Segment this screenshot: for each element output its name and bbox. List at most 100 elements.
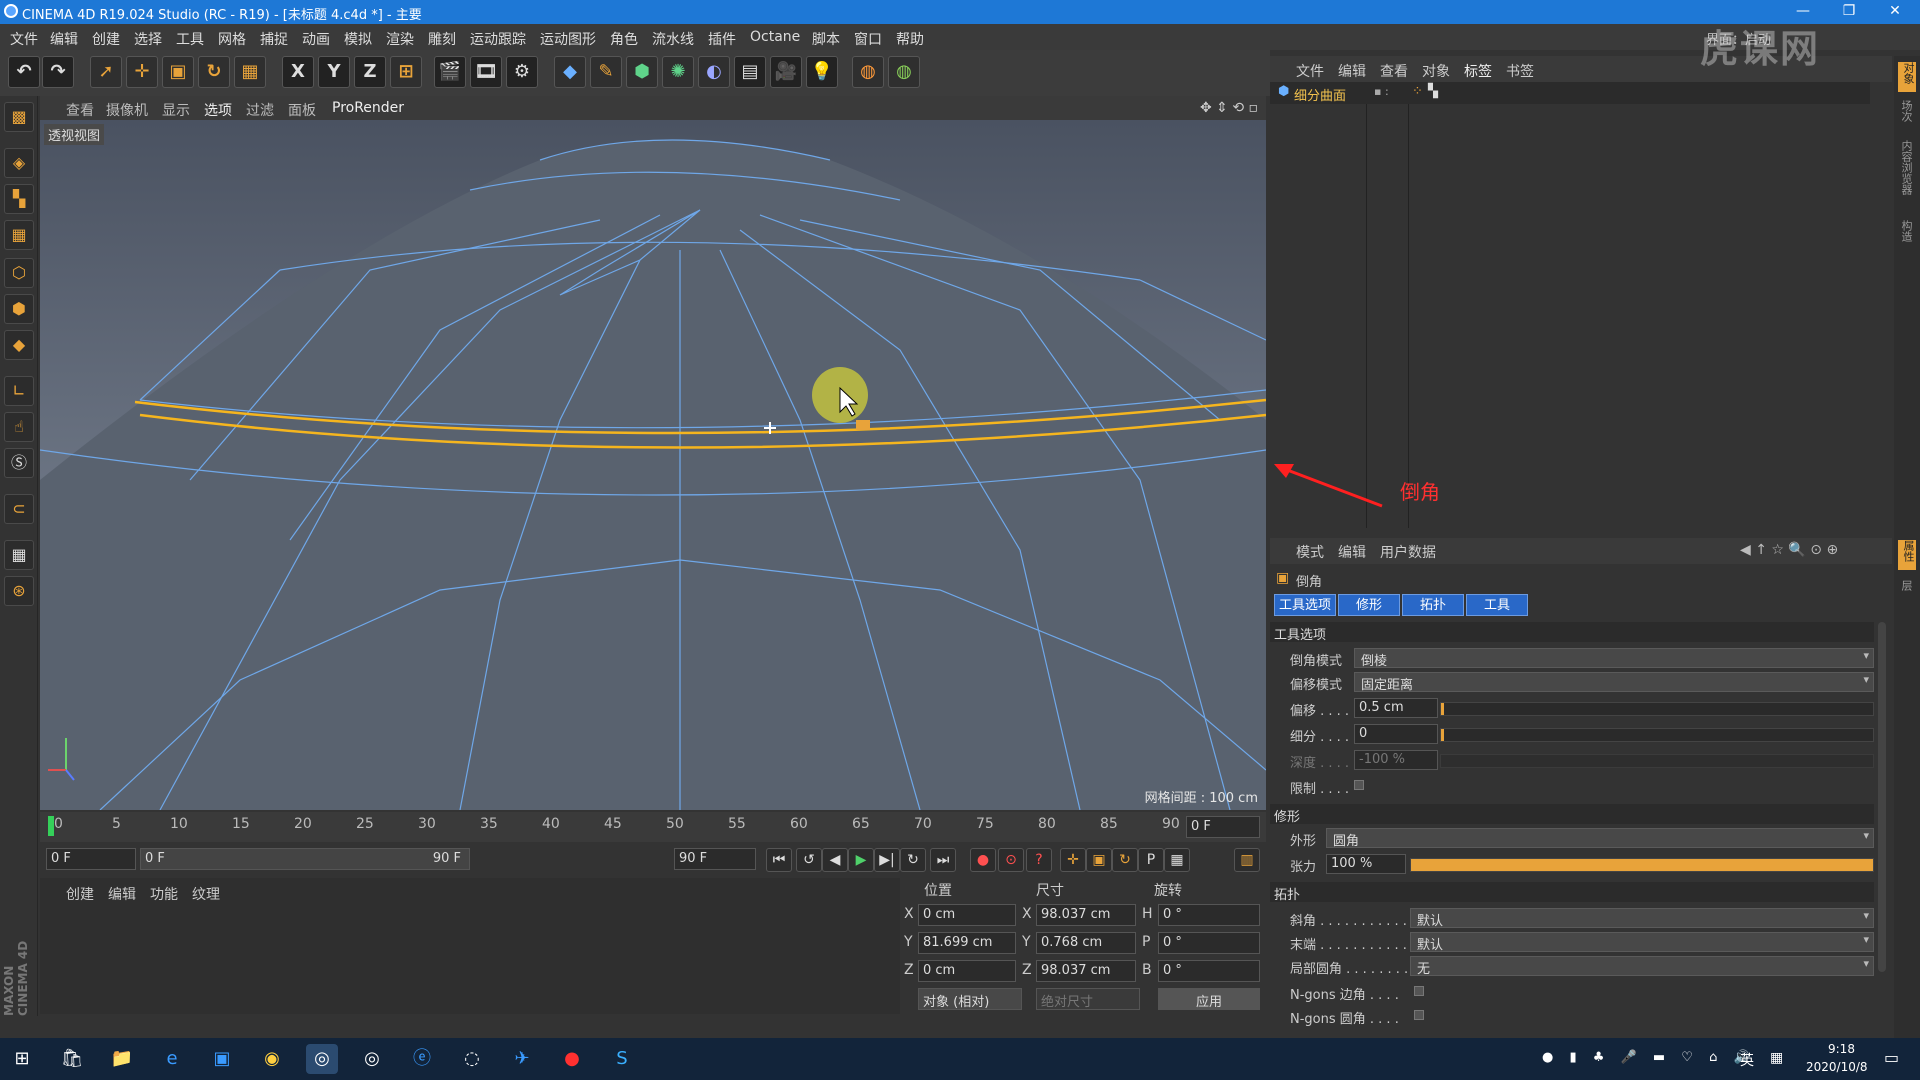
obj-menu-file[interactable]: 文件	[1296, 61, 1324, 81]
side-tab-objects[interactable]: 对象	[1898, 62, 1916, 92]
x-axis-lock-button[interactable]: X	[282, 56, 314, 88]
menu-tools[interactable]: 工具	[176, 29, 204, 49]
menu-plugins[interactable]: 插件	[708, 29, 736, 49]
array-icon[interactable]: ✺	[662, 56, 694, 88]
planar-workplane-icon[interactable]: ⊛	[4, 576, 34, 606]
octane-material-icon[interactable]: ◍	[852, 56, 884, 88]
attr-scrollbar[interactable]	[1878, 622, 1886, 972]
perspective-viewport[interactable]: 透视视图 网格间距 : 100 cm	[40, 120, 1266, 810]
play-icon[interactable]: ▶	[848, 848, 874, 872]
pos-y-field[interactable]: 81.699 cm	[918, 932, 1016, 954]
viewport-menu-cameras[interactable]: 摄像机	[106, 100, 148, 120]
recorder-icon[interactable]: ●	[556, 1044, 588, 1074]
tweak-mode-icon[interactable]: ☝	[4, 412, 34, 442]
material-menu-edit[interactable]: 编辑	[108, 884, 136, 904]
workplane-lock-icon[interactable]: ▦	[4, 540, 34, 570]
snap-icon[interactable]: Ⓢ	[4, 448, 34, 478]
axis-mode-icon[interactable]: ∟	[4, 376, 34, 406]
pos-z-field[interactable]: 0 cm	[918, 960, 1016, 982]
coord-mode-dropdown[interactable]: 对象 (相对)	[918, 988, 1022, 1010]
tab-tool-options[interactable]: 工具选项	[1274, 594, 1336, 616]
pos-x-field[interactable]: 0 cm	[918, 904, 1016, 926]
obj-menu-edit[interactable]: 编辑	[1338, 61, 1366, 81]
key-parameter-icon[interactable]: P	[1138, 848, 1164, 872]
viewport-menu-filter[interactable]: 过滤	[246, 100, 274, 120]
tension-slider[interactable]	[1410, 858, 1874, 872]
start-frame-field[interactable]: 0 F	[46, 848, 136, 870]
object-row-subdivision[interactable]: ⬢ 细分曲面 ▪ : ⁘ ▚	[1270, 82, 1870, 104]
viewport-menu-view[interactable]: 查看	[66, 100, 94, 120]
menu-motion-tracking[interactable]: 运动跟踪	[470, 29, 526, 49]
cube-icon[interactable]: ◆	[554, 56, 586, 88]
next-key-icon[interactable]: ↻	[900, 848, 926, 872]
key-position-icon[interactable]: ✛	[1060, 848, 1086, 872]
subdiv-field[interactable]: 0	[1354, 724, 1438, 744]
app-icon[interactable]: S	[606, 1044, 638, 1074]
menu-help[interactable]: 帮助	[896, 29, 924, 49]
feishu-icon[interactable]: ✈	[506, 1044, 538, 1074]
subdiv-slider[interactable]	[1440, 728, 1874, 742]
tension-field[interactable]: 100 %	[1326, 854, 1406, 874]
clock-time[interactable]: 9:18	[1828, 1042, 1855, 1056]
material-menu-function[interactable]: 功能	[150, 884, 178, 904]
menu-select[interactable]: 选择	[134, 29, 162, 49]
key-point-level-icon[interactable]: ▦	[1164, 848, 1190, 872]
menu-animate[interactable]: 动画	[302, 29, 330, 49]
material-tag-icon[interactable]: ▚	[1428, 84, 1438, 99]
ime-indicator[interactable]: 英	[1740, 1050, 1754, 1070]
attr-menu-edit[interactable]: 编辑	[1338, 542, 1366, 562]
menu-sculpt[interactable]: 雕刻	[428, 29, 456, 49]
clock-date[interactable]: 2020/10/8	[1806, 1060, 1868, 1074]
store-icon[interactable]: 🛍	[56, 1044, 88, 1074]
file-explorer-icon[interactable]: 📁	[106, 1044, 138, 1074]
menu-render[interactable]: 渲染	[386, 29, 414, 49]
viewport-menu-options[interactable]: 选项	[204, 100, 232, 120]
rot-b-field[interactable]: 0 °	[1158, 960, 1260, 982]
side-tab-structure[interactable]: 构造	[1898, 220, 1914, 242]
end-frame-field[interactable]: 90 F	[674, 848, 756, 870]
render-settings-icon[interactable]: ⚙	[506, 56, 538, 88]
polygon-mode-icon[interactable]: ◆	[4, 330, 34, 360]
size-y-field[interactable]: 0.768 cm	[1036, 932, 1136, 954]
miter-dropdown[interactable]: 默认	[1410, 908, 1874, 929]
previous-frame-icon[interactable]: ◀	[822, 848, 848, 872]
material-menu-create[interactable]: 创建	[66, 884, 94, 904]
magnet-icon[interactable]: ⊂	[4, 494, 34, 524]
visibility-dots-icon[interactable]: ▪ :	[1374, 85, 1389, 98]
key-rotation-icon[interactable]: ↻	[1112, 848, 1138, 872]
obs-icon[interactable]: ◌	[456, 1044, 488, 1074]
viewport-menu-panel[interactable]: 面板	[288, 100, 316, 120]
size-mode-dropdown[interactable]: 绝对尺寸	[1036, 988, 1140, 1010]
menu-file[interactable]: 文件	[10, 29, 38, 49]
offset-slider[interactable]	[1440, 702, 1874, 716]
phong-tag-icon[interactable]: ⁘	[1412, 84, 1423, 99]
offset-field[interactable]: 0.5 cm	[1354, 698, 1438, 718]
cinema4d-alt-icon[interactable]: ◎	[356, 1044, 388, 1074]
tab-topology[interactable]: 拓扑	[1402, 594, 1464, 616]
floor-icon[interactable]: ▤	[734, 56, 766, 88]
model-mode-icon[interactable]: ◈	[4, 148, 34, 178]
deformer-icon[interactable]: ◐	[698, 56, 730, 88]
depth-field[interactable]: -100 %	[1354, 750, 1438, 770]
timeline-ruler[interactable]: 0 5 10 15 20 25 30 35 40 45 50 55 60 65 …	[40, 812, 1266, 842]
rot-h-field[interactable]: 0 °	[1158, 904, 1260, 926]
pen-spline-icon[interactable]: ✎	[590, 56, 622, 88]
windows-store-icon[interactable]: ▣	[206, 1044, 238, 1074]
undo-icon[interactable]: ↶	[8, 56, 40, 88]
bevel-mode-dropdown[interactable]: 倒棱	[1354, 648, 1874, 669]
move-tool-icon[interactable]: ✛	[126, 56, 158, 88]
attr-nav-icons[interactable]: ◀ ↑ ☆ 🔍 ⊙ ⊕	[1740, 542, 1838, 558]
menu-script[interactable]: 脚本	[812, 29, 840, 49]
light-icon[interactable]: 💡	[806, 56, 838, 88]
chrome-icon[interactable]: ◉	[256, 1044, 288, 1074]
partial-round-dropdown[interactable]: 无	[1410, 956, 1874, 977]
obj-menu-tags[interactable]: 标签	[1464, 61, 1492, 81]
edge-mode-icon[interactable]: ⬢	[4, 294, 34, 324]
key-scale-icon[interactable]: ▣	[1086, 848, 1112, 872]
tab-tool[interactable]: 工具	[1466, 594, 1528, 616]
side-tab-attributes[interactable]: 属性	[1898, 540, 1916, 570]
texture-mode-icon[interactable]: ▚	[4, 184, 34, 214]
menu-octane[interactable]: Octane	[750, 29, 800, 45]
limit-checkbox[interactable]	[1354, 780, 1364, 790]
menu-pipeline[interactable]: 流水线	[652, 29, 694, 49]
